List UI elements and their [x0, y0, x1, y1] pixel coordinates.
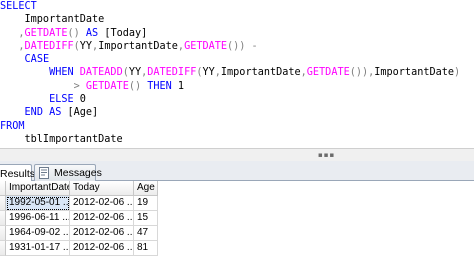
cell-today[interactable]: 2012-02-06 ... [70, 211, 134, 226]
code-token-kw: AS [49, 107, 62, 119]
sql-code[interactable]: SELECT ImportantDate ,GETDATE() AS [Toda… [0, 0, 460, 146]
cell-age[interactable]: 15 [134, 211, 158, 226]
cell-today[interactable]: 2012-02-06 ... [70, 196, 134, 211]
code-token-txt: YY [128, 67, 142, 79]
code-line[interactable]: CASE [0, 53, 460, 66]
table-row[interactable]: 1992-05-01 ... 2012-02-06 ... 19 [0, 196, 158, 211]
cell-age[interactable]: 19 [134, 196, 158, 211]
code-token-fn: DATEDIFF [24, 40, 74, 52]
code-line[interactable]: END AS [Age] [0, 106, 460, 119]
code-line[interactable]: SELECT [0, 0, 460, 13]
cell-importantdate[interactable]: 1964-09-02 ... [6, 226, 70, 241]
code-token-op: - [251, 40, 258, 52]
code-token-txt: [Age] [61, 107, 99, 119]
code-token-kw: THEN [147, 80, 172, 92]
code-token-op: ) [454, 67, 461, 79]
cell-today[interactable]: 2012-02-06 ... [70, 226, 134, 241]
code-line[interactable]: FROM [0, 120, 460, 133]
code-token-op: ()) [349, 67, 369, 79]
code-token-txt: YY [202, 67, 215, 79]
code-token-fn: GETDATE [24, 27, 68, 39]
code-token-kw: FROM [0, 120, 25, 132]
code-token-fn: GETDATE [184, 40, 227, 52]
cell-importantdate[interactable]: 1992-05-01 ... [6, 196, 70, 211]
code-token-op: () [67, 27, 80, 39]
tab-results-label: Results [0, 167, 36, 180]
cell-today[interactable]: 2012-02-06 ... [70, 241, 134, 256]
code-line[interactable]: ,DATEDIFF(YY,ImportantDate,GETDATE()) - [0, 40, 460, 53]
pane-splitter[interactable]: ▪▪▪ [0, 148, 474, 161]
code-line[interactable]: ,GETDATE() AS [Today] [0, 27, 460, 40]
code-token-txt: YY [79, 40, 93, 52]
code-line[interactable]: ELSE 0 [0, 93, 460, 106]
code-token-txt: 0 [73, 94, 86, 106]
results-grid[interactable]: ImportantDate Today Age 1992-05-01 ... 2… [0, 181, 474, 256]
code-line[interactable]: tblImportantDate [0, 133, 460, 146]
code-line[interactable]: ImportantDate [0, 13, 460, 26]
code-token-fn: DATEADD [79, 67, 123, 79]
code-token-txt: ImportantDate [374, 67, 454, 79]
table-row[interactable]: 1996-06-11 ... 2012-02-06 ... 15 [0, 211, 158, 226]
table-row[interactable]: 1964-09-02 ... 2012-02-06 ... 47 [0, 226, 158, 241]
code-token-fn: GETDATE [85, 80, 129, 92]
code-token-op: () [128, 80, 142, 92]
code-token-kw: SELECT [0, 1, 37, 12]
column-header-today[interactable]: Today [70, 181, 134, 196]
code-token-kw: ELSE [49, 94, 74, 106]
code-token-txt: [Today] [98, 27, 148, 39]
tab-messages[interactable]: Messages [34, 164, 102, 181]
column-header-importantdate[interactable]: ImportantDate [6, 181, 70, 196]
code-token-kw: AS [85, 27, 99, 39]
code-token-kw: WHEN [49, 67, 74, 79]
results-tabbar: Results Messages [0, 161, 474, 182]
table-row[interactable]: 1931-01-17 ... 2012-02-06 ... 81 [0, 241, 158, 256]
code-token-kw: CASE [24, 54, 50, 66]
cell-importantdate[interactable]: 1931-01-17 ... [6, 241, 70, 256]
tab-results[interactable]: Results [0, 164, 36, 182]
code-token-txt: ImportantDate [220, 67, 301, 79]
tab-messages-label: Messages [54, 167, 102, 179]
column-header-age[interactable]: Age [134, 181, 158, 196]
sql-editor[interactable]: SELECT ImportantDate ,GETDATE() AS [Toda… [0, 0, 474, 148]
cell-importantdate[interactable]: 1996-06-11 ... [6, 211, 70, 226]
code-token-op: ()) [227, 40, 246, 52]
code-token-txt: ImportantDate [98, 40, 178, 52]
splitter-grip-icon[interactable]: ▪▪▪ [318, 152, 335, 159]
code-token-fn: GETDATE [306, 67, 350, 79]
cell-age[interactable]: 81 [134, 241, 158, 256]
code-token-kw: END [24, 107, 43, 119]
code-line[interactable]: > GETDATE() THEN 1 [0, 80, 460, 93]
code-line[interactable]: WHEN DATEADD(YY,DATEDIFF(YY,ImportantDat… [0, 66, 460, 79]
cell-age[interactable]: 47 [134, 226, 158, 241]
grid-header: ImportantDate Today Age [0, 181, 158, 196]
code-token-txt: 1 [171, 80, 185, 92]
code-token-txt: ImportantDate [0, 14, 105, 26]
messages-icon [38, 167, 51, 179]
code-token-fn: DATEDIFF [147, 67, 197, 79]
code-token-txt: tblImportantDate [0, 133, 123, 145]
